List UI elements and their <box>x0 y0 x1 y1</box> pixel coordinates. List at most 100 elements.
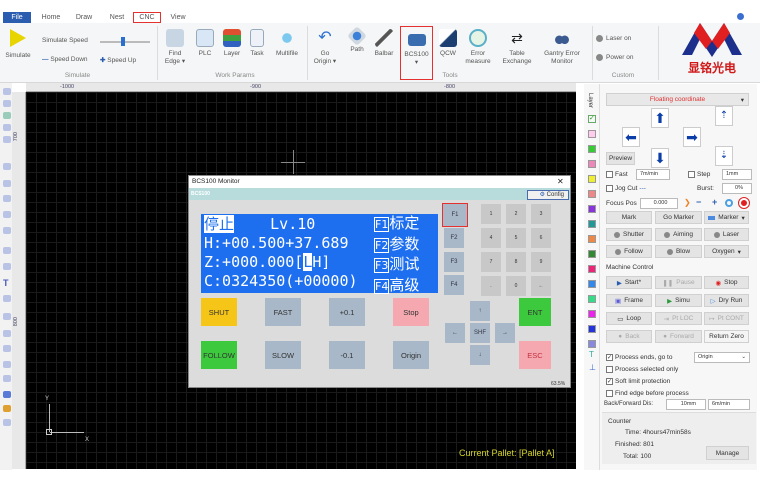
pt-loc-button[interactable]: ⇥ Pt LOC <box>655 312 702 325</box>
bf-speed-select[interactable]: 6m/min <box>708 399 750 410</box>
image-tool-icon[interactable] <box>3 295 11 302</box>
jog-down-button[interactable]: ⬇ <box>651 148 669 168</box>
fast-button[interactable]: FAST <box>265 298 301 326</box>
process-selected-checkbox[interactable]: Process selected only <box>606 366 678 373</box>
numpad-key[interactable]: 6 <box>531 228 551 248</box>
numpad-key[interactable]: 8 <box>506 252 526 272</box>
help-icon[interactable] <box>737 13 744 20</box>
select-tool-icon[interactable] <box>3 88 11 95</box>
balbar-button[interactable]: Balbar <box>372 29 396 58</box>
layer-text-icon[interactable]: T <box>589 350 594 359</box>
focus-run-icon[interactable]: ❯ <box>684 198 691 207</box>
node-edit-icon[interactable] <box>3 100 11 107</box>
fast-speed-select[interactable]: 7m/min <box>636 169 670 180</box>
tab-home[interactable]: Home <box>38 12 64 23</box>
path-button[interactable]: Path <box>345 26 369 54</box>
focus-stop-icon[interactable] <box>738 197 750 209</box>
speed-down-button[interactable]: — Speed Down <box>42 56 88 63</box>
measure-icon[interactable] <box>3 136 11 143</box>
simu-button[interactable]: ▶ Simu <box>655 294 702 307</box>
pause-button[interactable]: ❚❚ Pause <box>655 276 702 289</box>
burst-select[interactable]: 0% <box>722 183 752 194</box>
follow-button[interactable]: FOLLOW <box>201 341 237 369</box>
qcw-button[interactable]: QCW <box>437 29 459 58</box>
simulate-button[interactable]: Simulate <box>4 29 32 60</box>
pan-icon[interactable] <box>3 124 11 131</box>
laser-button[interactable]: Laser <box>704 228 749 241</box>
blow-button[interactable]: Blow <box>655 245 702 258</box>
jog-cut-checkbox[interactable]: Jog Cut --- <box>606 185 646 192</box>
find-edge-button[interactable]: Find Edge ▾ <box>162 29 188 66</box>
layer-text-icon[interactable]: ⊥ <box>589 363 596 372</box>
text-tool-icon[interactable]: T <box>3 278 9 288</box>
coord-mode-dropdown[interactable]: Floating coordinate ▾ <box>606 93 749 106</box>
slow-button[interactable]: SLOW <box>265 341 301 369</box>
micro-joint-icon[interactable] <box>3 345 11 352</box>
layer-swatch[interactable] <box>588 250 596 258</box>
numpad-key[interactable]: 7 <box>481 252 501 272</box>
go-origin-button[interactable]: ↶ Go Origin ▾ <box>312 29 338 66</box>
jog-up-button[interactable]: ⬆ <box>651 108 669 128</box>
fast-checkbox[interactable]: Fast <box>606 171 628 178</box>
layer-swatch[interactable] <box>588 295 596 303</box>
layer-swatch[interactable] <box>588 280 596 288</box>
zoom-icon[interactable] <box>3 112 11 119</box>
process-ends-select[interactable]: Origin ⌄ <box>694 352 750 363</box>
f3-key[interactable]: F3 <box>444 252 464 272</box>
simulate-speed-slider[interactable] <box>100 37 150 46</box>
forward-button[interactable]: ● Forward <box>655 330 702 343</box>
gantry-error-monitor-button[interactable]: Gantry Error Monitor <box>540 29 584 66</box>
line-tool-icon[interactable] <box>3 180 11 187</box>
frame-button[interactable]: ▣ Frame <box>606 294 652 307</box>
shut-button[interactable]: SHUT <box>201 298 237 326</box>
bf-distance-select[interactable]: 10mm <box>666 399 706 410</box>
go-marker-button[interactable]: Go Marker <box>655 211 702 224</box>
layer-swatch[interactable] <box>588 340 596 348</box>
multifile-button[interactable]: Multifile <box>272 29 302 58</box>
jog-left-button[interactable]: ⬅ <box>622 127 640 147</box>
tab-file[interactable]: File <box>3 12 31 23</box>
layer-swatch-default[interactable] <box>588 130 596 138</box>
config-button[interactable]: ⚙ Config <box>527 190 569 200</box>
f1-key[interactable]: F1 <box>442 203 468 227</box>
pt-cont-button[interactable]: ↦ Pt CONT <box>704 312 749 325</box>
plus-01-button[interactable]: +0.1 <box>329 298 365 326</box>
numpad-key[interactable]: 1 <box>481 204 501 224</box>
return-zero-button[interactable]: Return Zero <box>704 330 749 343</box>
arc-tool-icon[interactable] <box>3 227 11 234</box>
tab-draw[interactable]: Draw <box>71 12 97 23</box>
page-icon[interactable] <box>3 419 11 426</box>
compensation-icon[interactable] <box>3 361 11 368</box>
origin-button[interactable]: Origin <box>393 341 429 369</box>
layer-button[interactable]: Layer <box>220 29 244 58</box>
z-up-button[interactable]: ⇡ <box>715 106 733 126</box>
marker-dropdown[interactable]: Marker ▾ <box>704 211 749 224</box>
task-button[interactable]: Task <box>246 29 268 58</box>
focus-home-icon[interactable] <box>725 199 733 207</box>
left-key[interactable]: ← <box>445 323 465 343</box>
numpad-key[interactable]: 3 <box>531 204 551 224</box>
up-key[interactable]: ↑ <box>470 301 490 321</box>
minus-01-button[interactable]: -0.1 <box>329 341 365 369</box>
mark-button[interactable]: Mark <box>606 211 652 224</box>
focus-plus-icon[interactable]: + <box>712 197 717 207</box>
laser-on-button[interactable]: Laser on <box>596 35 631 42</box>
tab-cnc[interactable]: CNC <box>133 12 161 23</box>
numpad-key[interactable]: ← <box>531 276 551 296</box>
aiming-button[interactable]: Aiming <box>655 228 702 241</box>
loop-button[interactable]: ▭ Loop <box>606 312 652 325</box>
layer-swatch[interactable] <box>588 175 596 183</box>
array-tool-icon[interactable] <box>3 391 11 398</box>
numpad-key[interactable]: 5 <box>506 228 526 248</box>
layer-swatch[interactable] <box>588 145 596 153</box>
shutter-button[interactable]: Shutter <box>606 228 652 241</box>
error-measure-button[interactable]: Error measure <box>463 29 493 66</box>
focus-pos-input[interactable]: 0.000 <box>640 198 678 209</box>
dry-run-button[interactable]: ▷ Dry Run <box>704 294 749 307</box>
layer-swatch[interactable] <box>588 205 596 213</box>
f2-key[interactable]: F2 <box>444 228 464 248</box>
esc-button[interactable]: ESC <box>519 341 551 369</box>
process-ends-checkbox[interactable]: ✓ Process ends, go to <box>606 354 672 361</box>
f4-key[interactable]: F4 <box>444 275 464 295</box>
numpad-key[interactable]: 2 <box>506 204 526 224</box>
